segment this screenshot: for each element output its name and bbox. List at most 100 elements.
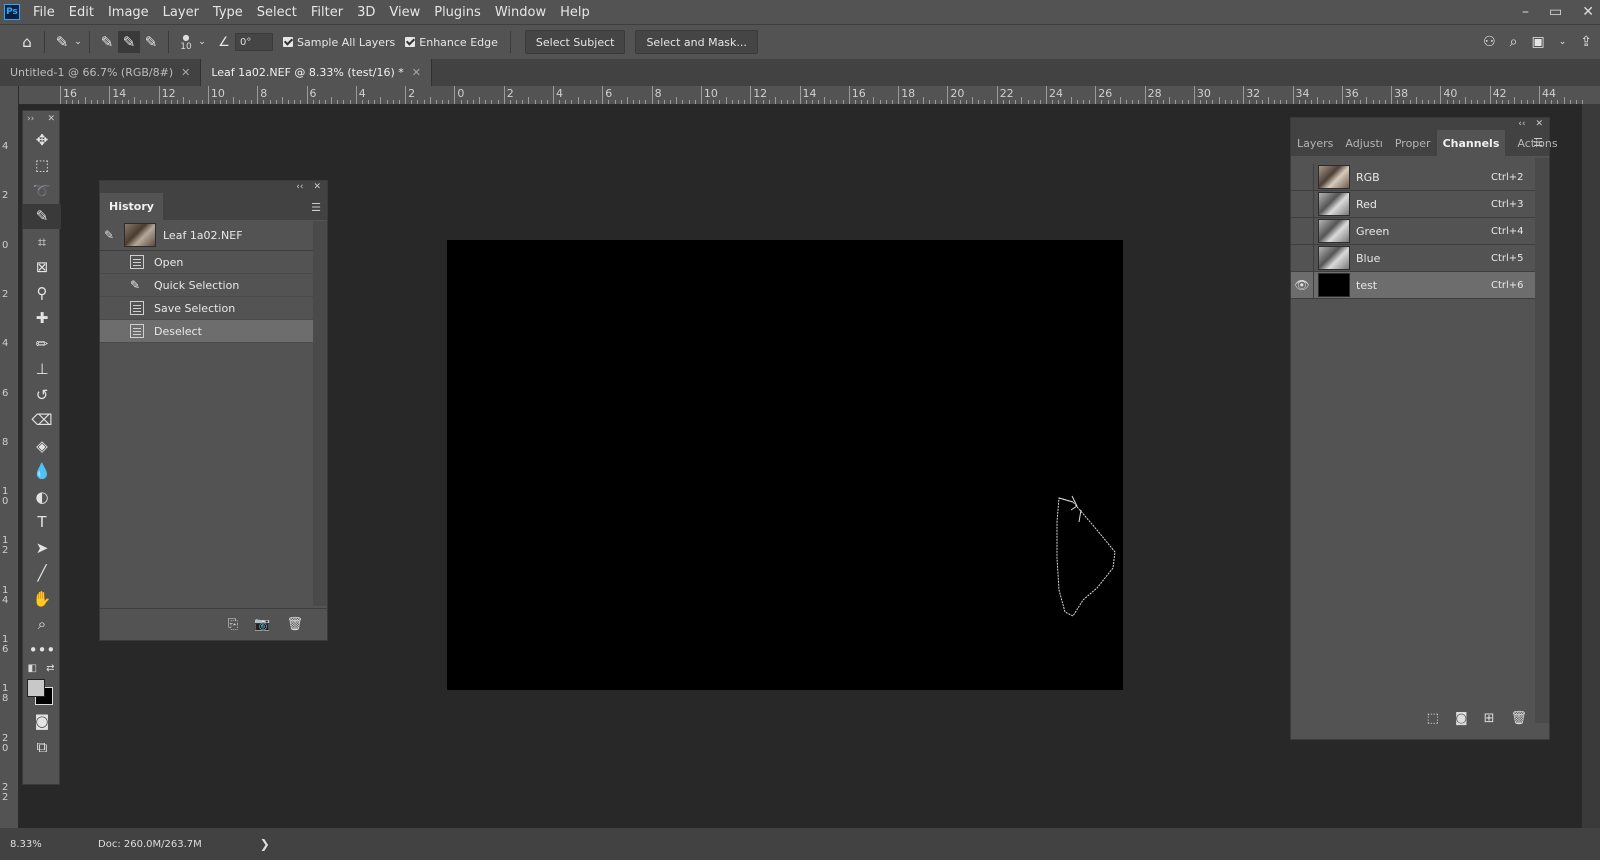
crop-tool-icon[interactable]: ⌗ [23,229,61,255]
quick-selection-tool-icon[interactable]: ✎ [23,203,61,229]
select-and-mask-button[interactable]: Select and Mask... [635,30,758,54]
eraser-tool-icon[interactable]: ⌫ [23,408,61,434]
chevron-down-icon[interactable]: ⌄ [73,31,83,53]
workspace-icon[interactable]: ▣ [1531,34,1544,50]
select-subject-button[interactable]: Select Subject [524,30,626,54]
document-canvas[interactable] [447,240,1123,690]
visibility-toggle[interactable] [1291,191,1314,217]
menu-layer[interactable]: Layer [156,5,206,20]
history-brush-slot[interactable] [106,279,118,291]
visibility-toggle[interactable] [1291,164,1314,190]
healing-brush-tool-icon[interactable]: ✚ [23,306,61,332]
paint-bucket-tool-icon[interactable]: ◈ [23,433,61,459]
channels-scrollbar[interactable] [1535,158,1549,723]
panel-menu-icon[interactable]: ☰ [311,201,321,214]
menu-file[interactable]: File [26,5,62,20]
menu-window[interactable]: Window [488,5,553,20]
clone-stamp-tool-icon[interactable]: ⊥ [23,357,61,383]
trash-icon[interactable]: 🗑 [1510,711,1527,726]
collapse-icon[interactable]: ‹‹ [296,182,303,192]
menu-filter[interactable]: Filter [304,5,350,20]
default-colors-icon[interactable]: ◧ [28,663,37,679]
tab-adjustments[interactable]: Adjustı [1339,130,1388,156]
collapse-icon[interactable]: ‹‹ [1518,119,1525,129]
new-selection-icon[interactable]: ✎ [96,31,118,53]
lasso-tool-icon[interactable]: ➰ [23,178,61,204]
hand-tool-icon[interactable]: ✋ [23,586,61,612]
history-state-deselect[interactable]: Deselect [100,320,327,343]
marquee-tool-icon[interactable]: ⬚ [23,153,61,179]
channel-row-red[interactable]: Red Ctrl+3 [1291,191,1549,218]
expand-icon[interactable]: ›› [27,114,34,124]
frame-tool-icon[interactable]: ⊠ [23,255,61,281]
history-brush-tool-icon[interactable]: ↺ [23,382,61,408]
search-icon[interactable]: ⌕ [1510,34,1518,50]
history-brush-slot[interactable] [106,325,118,337]
restore-button[interactable]: ▭ [1549,4,1562,20]
vertical-ruler[interactable]: 4 2 0 2 4 6 8 10 12 14 16 18 20 22 [0,86,19,828]
new-document-from-state-icon[interactable]: ⎘ [228,617,238,632]
doc-tab-leaf[interactable]: Leaf 1a02.NEF @ 8.33% (test/16) * ✕ [201,59,432,86]
chevron-right-icon[interactable]: ❯ [260,837,270,851]
menu-view[interactable]: View [382,5,427,20]
menu-edit[interactable]: Edit [62,5,101,20]
enhance-edge-checkbox[interactable]: Enhance Edge [405,36,498,49]
blur-tool-icon[interactable]: 💧 [23,459,61,485]
new-channel-icon[interactable]: ⊞ [1484,711,1495,726]
channel-row-green[interactable]: Green Ctrl+4 [1291,218,1549,245]
zoom-tool-icon[interactable]: ⌕ [23,612,61,638]
history-state-save-selection[interactable]: Save Selection [100,297,327,320]
dodge-tool-icon[interactable]: ◐ [23,484,61,510]
screen-mode-icon[interactable]: ⧉ [23,734,61,760]
history-brush-slot[interactable] [106,302,118,314]
history-brush-slot[interactable] [106,256,118,268]
trash-icon[interactable]: 🗑 [286,617,303,632]
chevron-down-icon[interactable]: ⌄ [197,31,207,53]
home-icon[interactable]: ⌂ [16,31,38,53]
quick-selection-preset-icon[interactable]: ✎ [51,31,73,53]
tab-history[interactable]: History [100,193,163,220]
share-learn-icon[interactable]: ⚇ [1483,34,1496,50]
chevron-down-icon[interactable]: ⌄ [1559,37,1567,47]
quick-mask-icon[interactable]: ◙ [23,709,61,735]
visibility-toggle[interactable] [1291,218,1314,244]
zoom-level[interactable]: 8.33% [0,839,70,850]
menu-3d[interactable]: 3D [350,5,382,20]
path-selection-tool-icon[interactable]: ➤ [23,535,61,561]
tab-channels[interactable]: Channels [1436,130,1506,156]
close-icon[interactable]: ✕ [47,114,55,124]
load-selection-icon[interactable]: ⬚ [1427,711,1439,726]
menu-image[interactable]: Image [101,5,156,20]
menu-select[interactable]: Select [250,5,304,20]
menu-help[interactable]: Help [553,5,597,20]
close-icon[interactable]: ✕ [181,66,190,79]
history-scrollbar[interactable] [313,221,327,606]
more-tools-icon[interactable]: ••• [23,637,61,663]
angle-input[interactable]: 0° [235,33,273,51]
menu-plugins[interactable]: Plugins [427,5,488,20]
add-to-selection-icon[interactable]: ✎ [118,31,140,53]
close-button[interactable]: ✕ [1582,4,1594,20]
swap-colors-icon[interactable]: ⇄ [46,663,54,679]
tab-properties[interactable]: Proper [1389,130,1437,156]
sample-all-layers-checkbox[interactable]: Sample All Layers [283,36,395,49]
visibility-toggle[interactable] [1291,245,1314,271]
minimize-button[interactable]: – [1522,4,1529,20]
foreground-color-swatch[interactable] [27,678,45,697]
move-tool-icon[interactable]: ✥ [23,127,61,153]
eye-icon[interactable]: 👁 [1291,272,1314,298]
type-tool-icon[interactable]: T [23,510,61,536]
save-selection-icon[interactable]: ◙ [1455,711,1468,726]
camera-icon[interactable]: 📷 [254,617,270,632]
eyedropper-tool-icon[interactable]: ⚲ [23,280,61,306]
menu-type[interactable]: Type [206,5,250,20]
close-icon[interactable]: ✕ [412,66,421,79]
horizontal-ruler[interactable]: 16 14 12 10 8 6 4 2 0 2 4 6 8 10 12 14 16 18 20 22 24 26 28 30 3… [18,86,1600,105]
close-icon[interactable]: ✕ [313,182,321,192]
doc-tab-untitled[interactable]: Untitled-1 @ 66.7% (RGB/8#) ✕ [0,59,202,86]
channel-row-blue[interactable]: Blue Ctrl+5 [1291,245,1549,272]
history-brush-source-icon[interactable]: ✎ [104,228,118,242]
history-state-open[interactable]: Open [100,251,327,274]
channel-row-rgb[interactable]: RGB Ctrl+2 [1291,164,1549,191]
line-tool-icon[interactable]: ╱ [23,561,61,587]
